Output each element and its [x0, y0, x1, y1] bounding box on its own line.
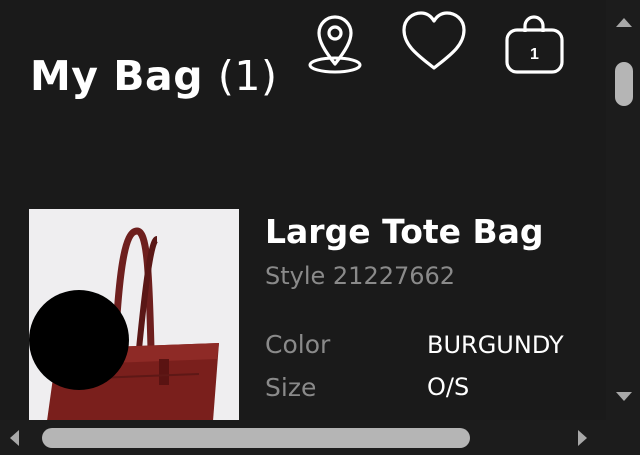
overlay-circle	[29, 290, 129, 390]
horizontal-scroll-thumb[interactable]	[42, 428, 470, 448]
scroll-left-arrow-icon[interactable]	[10, 430, 19, 446]
bag-badge: 1	[530, 46, 539, 63]
scrollbar-corner	[606, 420, 640, 455]
size-label: Size	[265, 373, 317, 402]
page-title-text: My Bag	[30, 52, 204, 100]
product-style: Style 21227662	[265, 262, 456, 290]
scroll-up-arrow-icon[interactable]	[616, 18, 632, 27]
wishlist-button[interactable]	[399, 8, 469, 78]
header-icons: 1	[300, 8, 590, 78]
color-value: BURGUNDY	[427, 331, 564, 359]
heart-icon	[402, 11, 466, 70]
size-value: O/S	[427, 373, 470, 401]
bag-button[interactable]: 1	[499, 8, 569, 78]
color-label: Color	[265, 330, 331, 359]
shopping-bag-icon: 1	[505, 15, 564, 74]
vertical-scrollbar[interactable]	[606, 0, 640, 420]
product-name[interactable]: Large Tote Bag	[265, 212, 544, 251]
horizontal-scrollbar[interactable]	[0, 420, 606, 455]
bag-count: (1)	[217, 52, 278, 100]
vertical-scroll-thumb[interactable]	[615, 62, 633, 106]
store-locator-button[interactable]	[300, 8, 370, 78]
location-pin-icon	[308, 15, 362, 74]
bag-page: My Bag (1) 1 Large Tote Bag Style 212276…	[0, 0, 606, 420]
product-image[interactable]	[29, 209, 239, 420]
scroll-down-arrow-icon[interactable]	[616, 392, 632, 401]
page-title: My Bag (1)	[30, 52, 277, 100]
scroll-right-arrow-icon[interactable]	[578, 430, 587, 446]
tote-bag-image	[29, 209, 239, 420]
